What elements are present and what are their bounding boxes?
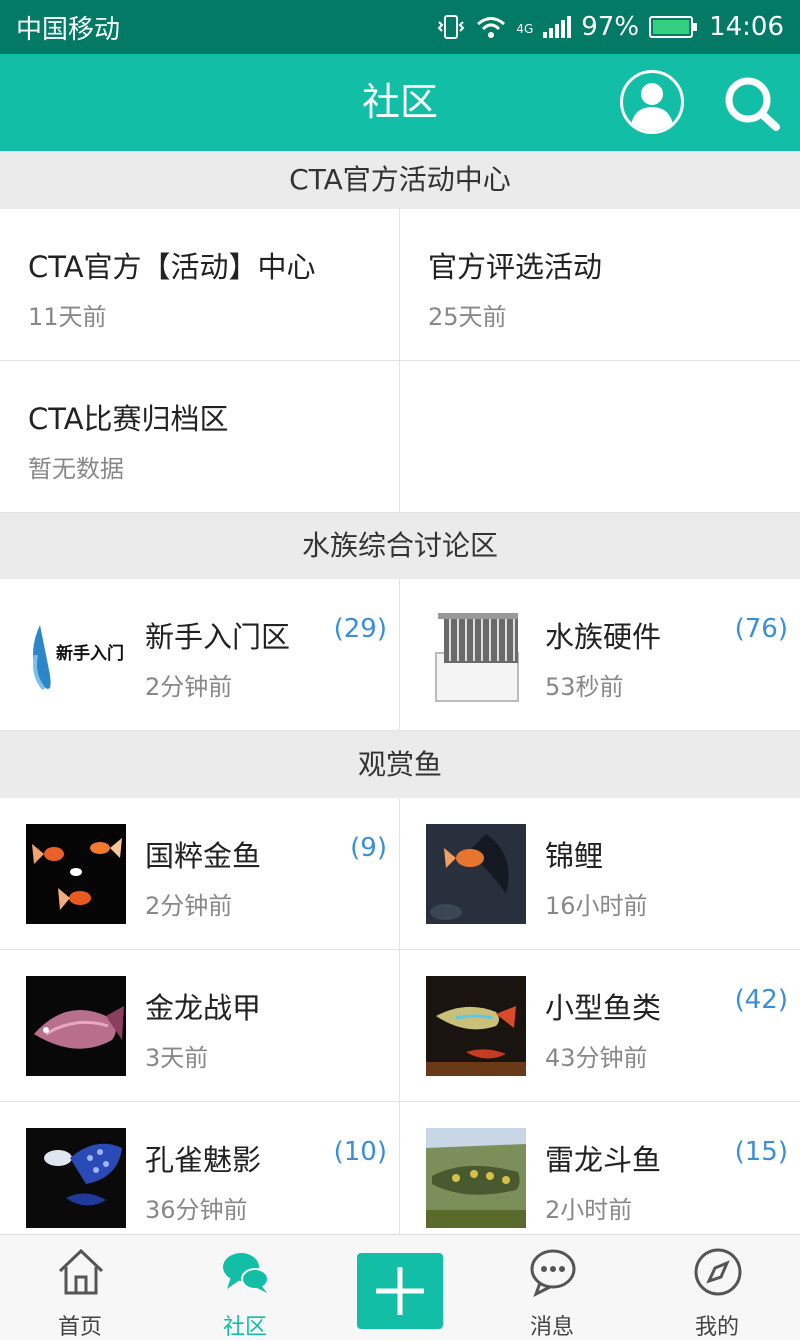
network-type: 4G — [516, 22, 534, 36]
forum-time: 暂无数据 — [28, 455, 124, 483]
forum-item[interactable]: 水族硬件 (76) 53秒前 — [400, 579, 800, 731]
nav-messages[interactable]: 消息 — [492, 1235, 612, 1340]
user-profile-button[interactable] — [620, 70, 684, 134]
battery-icon — [649, 16, 698, 38]
nav-messages-label: 消息 — [529, 1315, 574, 1340]
nav-home-label: 首页 — [57, 1315, 102, 1340]
community-icon — [223, 1253, 269, 1293]
search-icon — [725, 77, 780, 131]
newbie-logo: 新手入门 — [26, 605, 126, 705]
nav-community-label: 社区 — [222, 1315, 267, 1340]
battery-percent: 97% — [581, 12, 640, 42]
forum-item[interactable]: 新手入门 新手入门区 (29) 2分钟前 — [0, 579, 400, 731]
section-header-fish: 观赏鱼 — [0, 731, 800, 798]
post-count: (15) — [734, 1137, 788, 1167]
forum-time: 11天前 — [28, 303, 107, 331]
forum-name: 孔雀魅影 — [145, 1143, 262, 1177]
section-header-aquarium: 水族综合讨论区 — [0, 513, 800, 579]
forum-time: 2小时前 — [545, 1196, 633, 1224]
post-count: (9) — [350, 833, 387, 863]
nav-profile[interactable]: 我的 — [657, 1235, 777, 1340]
forum-name: 官方评选活动 — [428, 250, 603, 284]
aquarium-hardware-image — [426, 605, 526, 705]
guppy-image — [26, 1128, 126, 1228]
bottom-navigation: 首页 社区 消息 我的 — [0, 1234, 800, 1340]
post-count: (29) — [333, 614, 387, 644]
snakehead-image — [426, 1128, 526, 1228]
forum-item[interactable]: 锦鲤 16小时前 — [400, 798, 800, 950]
post-count: (42) — [734, 985, 788, 1015]
koi-image — [426, 824, 526, 924]
forum-name: CTA官方【活动】中心 — [28, 250, 316, 284]
forum-time: 2分钟前 — [145, 673, 233, 701]
wifi-icon — [477, 17, 506, 38]
add-post-button[interactable] — [357, 1253, 443, 1329]
forum-time: 43分钟前 — [545, 1044, 648, 1072]
forum-name: 水族硬件 — [545, 620, 662, 654]
forum-name: 新手入门区 — [145, 620, 291, 654]
arowana-image — [26, 976, 126, 1076]
forum-time: 53秒前 — [545, 673, 624, 701]
app-header: 社区 — [0, 54, 800, 151]
forum-time: 36分钟前 — [145, 1196, 248, 1224]
section-header-official: CTA官方活动中心 — [0, 151, 800, 209]
official-forum-grid: CTA官方【活动】中心 11天前 官方评选活动 25天前 CTA比赛归档区 暂无… — [0, 209, 800, 513]
message-icon — [530, 1249, 576, 1297]
post-count: (10) — [333, 1137, 387, 1167]
forum-time: 25天前 — [428, 303, 507, 331]
fish-forum-grid: 国粹金鱼 (9) 2分钟前 锦鲤 16小时前 金龙战甲 3天前 小型鱼类 (42… — [0, 798, 800, 1234]
user-icon — [630, 83, 674, 131]
nav-home[interactable]: 首页 — [20, 1235, 140, 1340]
forum-name: 小型鱼类 — [545, 991, 662, 1025]
vibrate-icon — [437, 15, 465, 39]
forum-name: 国粹金鱼 — [145, 839, 262, 873]
post-count: (76) — [734, 614, 788, 644]
empty-cell — [400, 361, 800, 513]
forum-item[interactable]: 小型鱼类 (42) 43分钟前 — [400, 950, 800, 1102]
forum-time: 3天前 — [145, 1044, 209, 1072]
newbie-logo-text: 新手入门 — [56, 644, 124, 664]
carrier-label: 中国移动 — [16, 14, 121, 45]
compass-icon — [694, 1248, 742, 1296]
small-fish-image — [426, 976, 526, 1076]
forum-item[interactable]: CTA比赛归档区 暂无数据 — [0, 361, 400, 513]
forum-time: 2分钟前 — [145, 892, 233, 920]
signal-icon — [543, 16, 572, 38]
forum-item[interactable]: 金龙战甲 3天前 — [0, 950, 400, 1102]
goldfish-image — [26, 824, 126, 924]
aquarium-forum-grid: 新手入门 新手入门区 (29) 2分钟前 水族硬件 (76) 53秒前 — [0, 579, 800, 731]
add-icon — [376, 1267, 424, 1315]
clock: 14:06 — [709, 12, 784, 42]
forum-name: 锦鲤 — [545, 839, 604, 873]
nav-community[interactable]: 社区 — [185, 1235, 305, 1340]
forum-name: 金龙战甲 — [145, 991, 262, 1025]
forum-item[interactable]: 孔雀魅影 (10) 36分钟前 — [0, 1102, 400, 1234]
status-bar: 中国移动 4G 97% 14:06 — [0, 0, 800, 54]
search-button[interactable] — [720, 70, 784, 134]
forum-item[interactable]: CTA官方【活动】中心 11天前 — [0, 209, 400, 361]
home-icon — [58, 1248, 104, 1295]
forum-name: 雷龙斗鱼 — [545, 1143, 662, 1177]
nav-profile-label: 我的 — [694, 1315, 739, 1340]
forum-time: 16小时前 — [545, 892, 648, 920]
forum-item[interactable]: 国粹金鱼 (9) 2分钟前 — [0, 798, 400, 950]
forum-item[interactable]: 官方评选活动 25天前 — [400, 209, 800, 361]
forum-item[interactable]: 雷龙斗鱼 (15) 2小时前 — [400, 1102, 800, 1234]
forum-name: CTA比赛归档区 — [28, 402, 229, 436]
